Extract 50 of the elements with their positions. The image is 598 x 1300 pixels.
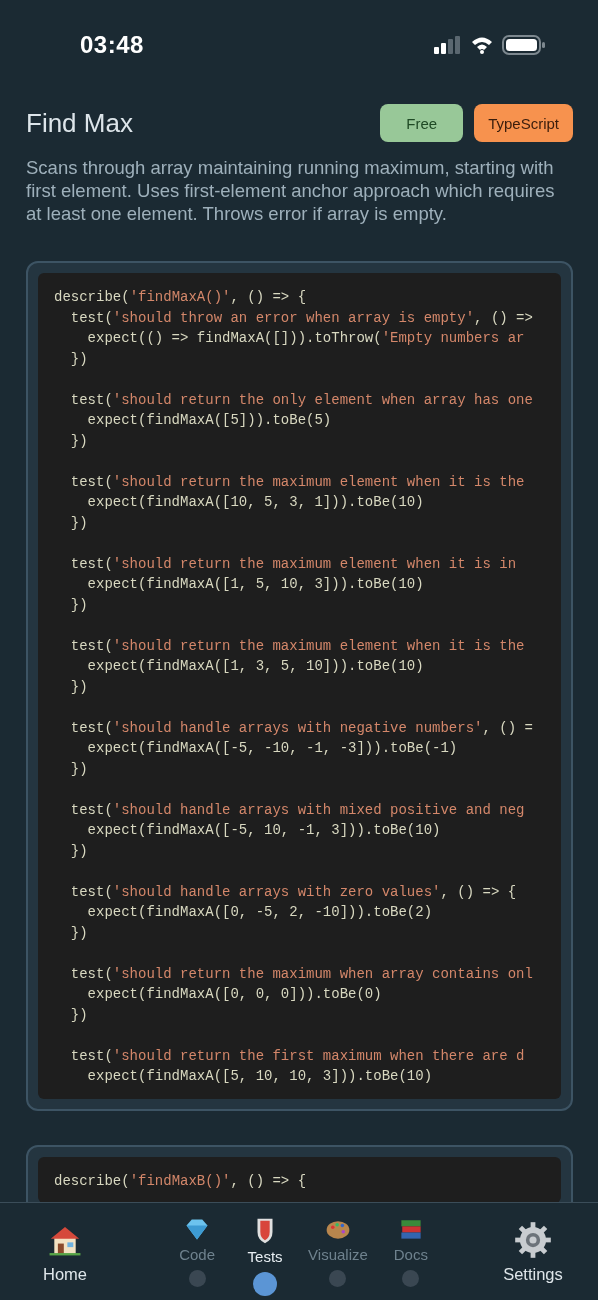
page-title: Find Max [26, 107, 133, 139]
code-line: }) [69, 759, 88, 779]
code-line: test('should handle arrays with zero values', () => { [69, 882, 517, 902]
page-indicator-dot [402, 1270, 420, 1287]
status-time: 03:48 [80, 31, 144, 59]
code-line: test('should return the maximum element when it is the [69, 636, 525, 656]
code-line: expect(() => findMaxA([])).toThrow('Empty numbers ar [86, 329, 525, 348]
code-line: expect(findMaxA([1, 5, 10, 3])).toBe(10) [86, 575, 424, 594]
code-line: test('should return the first maximum when there are d [69, 1046, 525, 1066]
code-line: expect(findMaxA([-5, -10, -1, -3])).toBe(-1) [86, 739, 458, 758]
code-line: expect(findMaxA([-5, 10, -1, 3])).toBe(10) [86, 821, 441, 840]
language-badge: TypeScript [474, 104, 573, 142]
code-line: }) [69, 513, 88, 533]
code-line: expect(findMaxA([10, 5, 3, 1])).toBe(10) [86, 493, 424, 512]
code-line: test('should return the maximum when array contains onl [69, 964, 533, 984]
wifi-icon [470, 36, 494, 54]
code-line: expect(findMaxA([0, -5, 2, -10])).toBe(2) [86, 903, 433, 922]
code-line: test('should throw an error when array is empty', () => [69, 308, 533, 328]
code-line: test('should handle arrays with negative numbers', () = [69, 718, 533, 738]
page-indicator-dot [253, 1272, 278, 1296]
code-line: }) [69, 349, 88, 369]
code-line: }) [69, 1005, 88, 1025]
tab-button[interactable]: Code [172, 1203, 223, 1296]
code-line: }) [69, 677, 88, 697]
code-line: expect(findMaxA([5, 10, 10, 3])).toBe(10) [86, 1067, 433, 1086]
signal-icon [434, 36, 462, 54]
code-line: }) [69, 923, 88, 943]
code-line: test('should return the maximum element when it is in [69, 554, 517, 574]
gear-icon [514, 1221, 552, 1259]
tab-button[interactable]: Visualize [308, 1203, 368, 1296]
code-line: }) [69, 841, 88, 861]
tab-button[interactable]: Docs [385, 1203, 436, 1296]
code-line: test('should return the only element when array has one [69, 390, 533, 410]
code-line: test('should return the maximum element when it is the [69, 472, 525, 492]
code-line: expect(findMaxA([0, 0, 0])).toBe(0) [86, 985, 382, 1004]
tier-badge: Free [380, 104, 464, 142]
code-line: }) [69, 431, 88, 451]
code-line: test('should handle arrays with mixed positive and neg [69, 800, 525, 820]
page-indicator-dot [188, 1270, 206, 1287]
tab-button[interactable]: Home [30, 1203, 100, 1284]
code-line: expect(findMaxA([5])).toBe(5) [86, 411, 332, 430]
page-indicator-dot [329, 1270, 347, 1287]
tab-button[interactable]: Tests [240, 1203, 291, 1296]
description: Scans through array maintaining running maximum, starting with first element. Uses first-element anchor approach which requires at least one element. Throws error if array is empty. [26, 156, 556, 225]
code-line: describe('findMaxA()', () => { [54, 288, 307, 307]
tab-button[interactable]: Settings [498, 1203, 568, 1284]
battery-icon [502, 35, 546, 55]
code-line: }) [69, 595, 88, 615]
code-line: describe('findMaxB()', () => { [54, 1171, 307, 1191]
code-line: expect(findMaxA([1, 3, 5, 10])).toBe(10) [86, 657, 424, 676]
